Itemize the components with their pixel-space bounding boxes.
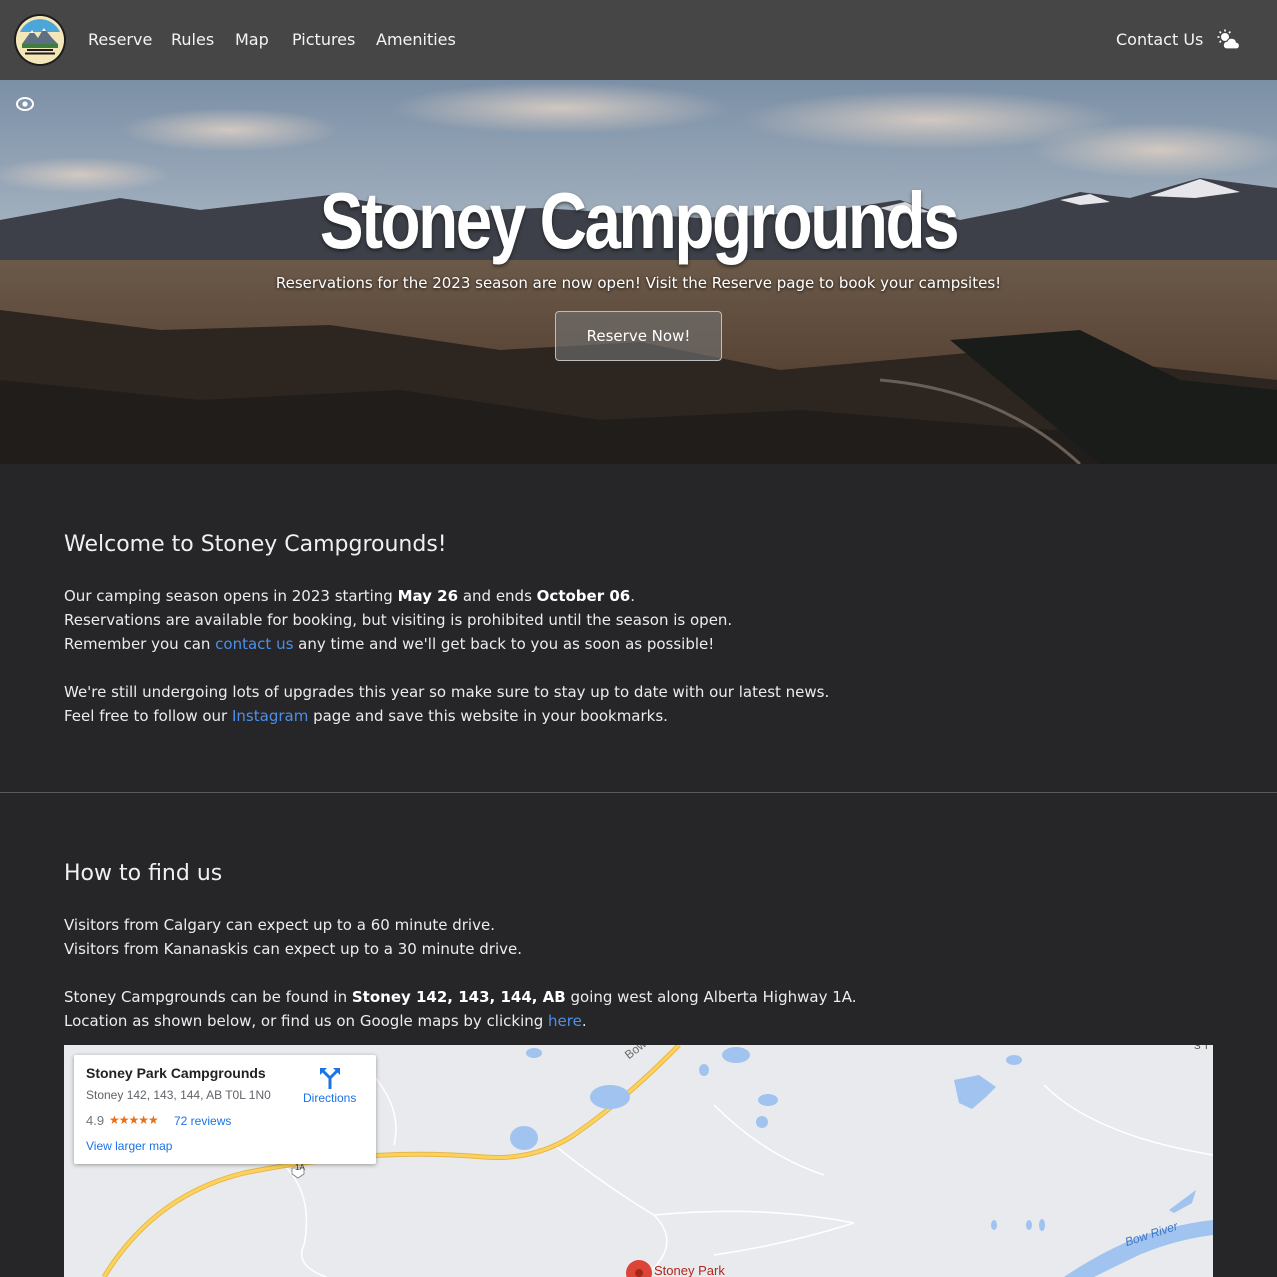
hero-title: Stoney Campgrounds [319, 176, 960, 265]
map-marker-label[interactable]: Stoney Park [654, 1263, 725, 1277]
map-rating-stars-icon: ★★★★★ [109, 1113, 159, 1127]
booking-info-text: Reservations are available for booking, … [64, 611, 733, 629]
map-corner-label: S T [1194, 1045, 1210, 1052]
map-place-name: Stoney Park Campgrounds [86, 1065, 266, 1081]
map-reviews-link[interactable]: 72 reviews [174, 1114, 231, 1128]
nav-contact-us[interactable]: Contact Us [1116, 28, 1203, 52]
highway-1a-label: 1A [295, 1163, 305, 1172]
map-rating-value: 4.9 [86, 1113, 105, 1128]
kananaskis-drive-text: Visitors from Kananaskis can expect up t… [64, 940, 523, 958]
eye-icon[interactable] [14, 94, 36, 114]
hero-banner: Stoney Campgrounds Reservations for the … [0, 80, 1277, 464]
directions-link[interactable]: Directions [303, 1091, 356, 1105]
directions-icon[interactable] [318, 1067, 342, 1089]
stoney-park-logo[interactable] [16, 16, 64, 64]
calgary-drive-text: Visitors from Calgary can expect up to a… [64, 916, 495, 934]
top-navbar: Reserve Rules Map Pictures Amenities Con… [0, 0, 1277, 80]
map-place-address: Stoney 142, 143, 144, AB T0L 1N0 [86, 1088, 271, 1102]
upgrades-text: We're still undergoing lots of upgrades … [64, 683, 830, 701]
contact-text: Remember you can contact us any time and… [64, 635, 715, 653]
nav-rules[interactable]: Rules [171, 28, 214, 52]
welcome-heading: Welcome to Stoney Campgrounds! [64, 532, 447, 557]
view-larger-map-link[interactable]: View larger map [86, 1139, 172, 1153]
location-text: Stoney Campgrounds can be found in Stone… [64, 988, 857, 1006]
google-maps-text: Location as shown below, or find us on G… [64, 1012, 587, 1030]
season-end-date: October 06 [536, 587, 631, 605]
season-dates-text: Our camping season opens in 2023 startin… [64, 587, 635, 605]
section-divider [0, 792, 1277, 793]
nav-amenities[interactable]: Amenities [376, 28, 456, 52]
hero-subtitle: Reservations for the 2023 season are now… [275, 274, 1002, 292]
embedded-google-map[interactable]: 1A Bow Va... Bow River Stoney Park S T S… [64, 1045, 1213, 1277]
nav-reserve[interactable]: Reserve [88, 28, 152, 52]
season-start-date: May 26 [397, 587, 459, 605]
reserve-now-button[interactable]: Reserve Now! [555, 311, 722, 361]
nav-pictures[interactable]: Pictures [292, 28, 355, 52]
instagram-link[interactable]: Instagram [232, 707, 308, 725]
find-us-heading: How to find us [64, 861, 223, 886]
map-place-card: Stoney Park Campgrounds Stoney 142, 143,… [74, 1055, 376, 1164]
nav-map[interactable]: Map [235, 28, 269, 52]
instagram-text: Feel free to follow our Instagram page a… [64, 707, 668, 725]
google-maps-link[interactable]: here [548, 1012, 582, 1030]
contact-us-link[interactable]: contact us [215, 635, 293, 653]
weather-cloud-sun-icon[interactable] [1217, 29, 1241, 51]
location-address: Stoney 142, 143, 144, AB [351, 988, 566, 1006]
